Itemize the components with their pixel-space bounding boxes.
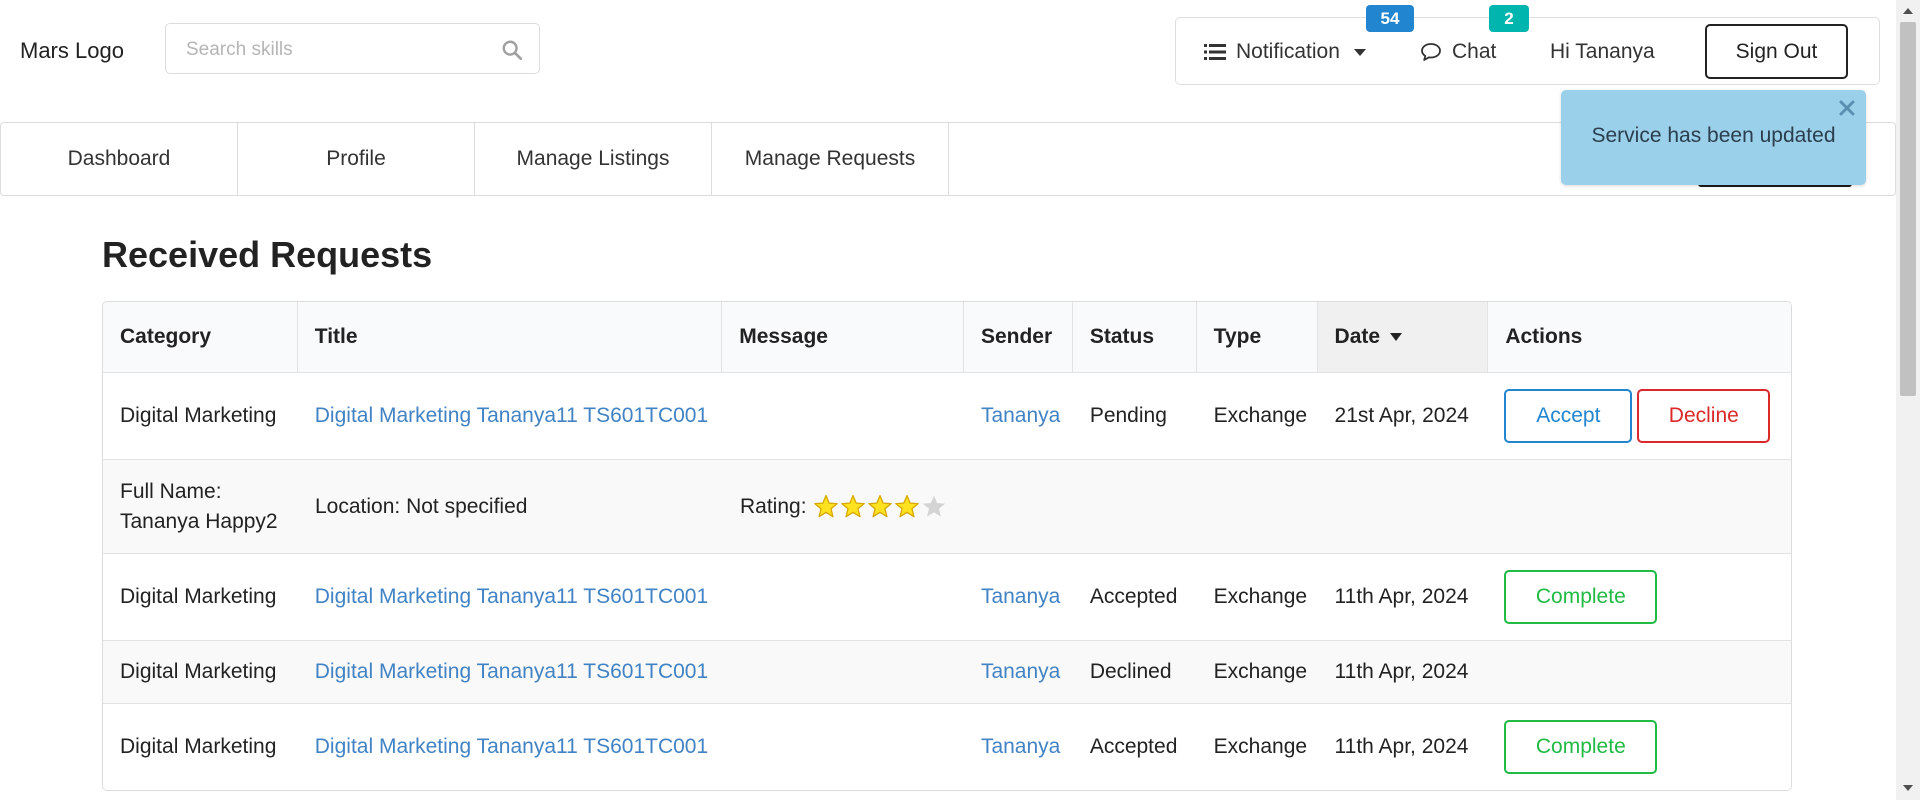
cell-category: Digital Marketing xyxy=(120,735,277,758)
cell-title-link[interactable]: Digital Marketing Tananya11 TS601TC001 xyxy=(298,554,722,640)
star-empty-icon xyxy=(922,495,945,517)
cell-date: 11th Apr, 2024 xyxy=(1334,660,1469,683)
scrollbar-thumb[interactable] xyxy=(1900,22,1916,396)
tab-manage-requests[interactable]: Manage Requests xyxy=(712,123,949,195)
table-row: Digital Marketing Digital Marketing Tana… xyxy=(103,703,1791,790)
search-input[interactable] xyxy=(186,38,486,62)
star-filled-icon xyxy=(840,494,865,517)
scroll-up-arrow-icon[interactable] xyxy=(1903,8,1913,14)
page-title: Received Requests xyxy=(102,234,433,275)
cell-status: Accepted xyxy=(1089,585,1178,608)
cell-actions: Complete xyxy=(1488,704,1791,790)
column-header-type[interactable]: Type xyxy=(1197,302,1318,372)
detail-rating: Rating: xyxy=(723,460,1223,553)
cell-category: Digital Marketing xyxy=(120,404,277,427)
cell-status: Pending xyxy=(1089,404,1167,427)
chat-count-badge: 2 xyxy=(1489,5,1529,32)
cell-title-link[interactable]: Digital Marketing Tananya11 TS601TC001 xyxy=(298,704,722,790)
full-name-label: Full Name: xyxy=(120,479,222,503)
cell-type: Exchange xyxy=(1213,660,1308,683)
star-filled-icon xyxy=(867,494,892,517)
notification-label: Notification xyxy=(1236,40,1340,63)
cell-status: Accepted xyxy=(1089,735,1178,758)
accept-button[interactable]: Accept xyxy=(1504,389,1633,443)
cell-message xyxy=(722,641,964,703)
cell-status: Declined xyxy=(1089,660,1172,683)
table-row: Digital Marketing Digital Marketing Tana… xyxy=(103,372,1791,459)
cell-title-link[interactable]: Digital Marketing Tananya11 TS601TC001 xyxy=(298,641,722,703)
list-icon xyxy=(1204,44,1226,60)
detail-full-name: Full Name: Tananya Happy2 xyxy=(103,460,298,553)
cell-message xyxy=(722,704,964,790)
star-filled-icon xyxy=(813,494,838,517)
column-header-date-label: Date xyxy=(1334,325,1381,348)
top-menu: Notification 54 Chat 2 Hi Tananya Sign O… xyxy=(1175,5,1880,86)
cell-sender-link[interactable]: Tananya xyxy=(964,641,1073,703)
cell-sender-link[interactable]: Tananya xyxy=(964,373,1073,459)
cell-sender-link[interactable]: Tananya xyxy=(964,554,1073,640)
cell-message xyxy=(722,373,964,459)
cell-actions: Accept Decline xyxy=(1488,373,1791,459)
cell-date: 21st Apr, 2024 xyxy=(1334,404,1469,427)
rating-stars xyxy=(813,494,948,520)
column-header-title[interactable]: Title xyxy=(298,302,723,372)
column-header-sender[interactable]: Sender xyxy=(964,302,1073,372)
column-header-category[interactable]: Category xyxy=(103,302,298,372)
column-header-actions: Actions xyxy=(1505,325,1583,348)
complete-button[interactable]: Complete xyxy=(1504,570,1658,624)
chevron-down-icon xyxy=(1353,48,1366,56)
star-filled-icon xyxy=(894,494,919,517)
toast-notification: Service has been updated xyxy=(1561,90,1866,185)
detail-location: Location: Not specified xyxy=(315,494,528,518)
table-header-row: Category Title Message Sender Status Typ… xyxy=(103,302,1791,372)
sort-down-icon xyxy=(1390,333,1403,341)
tab-profile[interactable]: Profile xyxy=(238,123,475,195)
tab-dashboard[interactable]: Dashboard xyxy=(1,123,238,195)
close-icon[interactable] xyxy=(1839,100,1855,116)
column-header-status[interactable]: Status xyxy=(1073,302,1197,372)
sign-out-button[interactable]: Sign Out xyxy=(1705,24,1848,79)
cell-message xyxy=(722,554,964,640)
search-box xyxy=(165,23,540,74)
chat-label: Chat xyxy=(1452,40,1497,63)
decline-button[interactable]: Decline xyxy=(1637,389,1771,443)
cell-type: Exchange xyxy=(1213,404,1308,427)
cell-title-link[interactable]: Digital Marketing Tananya11 TS601TC001 xyxy=(298,373,722,459)
full-name-value: Tananya Happy2 xyxy=(120,509,278,533)
scroll-down-arrow-icon[interactable] xyxy=(1903,785,1913,791)
cell-date: 11th Apr, 2024 xyxy=(1334,585,1469,608)
search-icon[interactable] xyxy=(501,39,523,61)
cell-sender-link[interactable]: Tananya xyxy=(964,704,1073,790)
chat-bubble-icon xyxy=(1421,43,1441,61)
notification-dropdown[interactable]: Notification xyxy=(1204,18,1366,86)
mars-logo[interactable]: Mars Logo xyxy=(20,38,124,64)
cell-category: Digital Marketing xyxy=(120,585,277,608)
notification-count-badge: 54 xyxy=(1366,5,1414,32)
request-detail-row: Full Name: Tananya Happy2 Location: Not … xyxy=(103,459,1791,553)
column-header-message[interactable]: Message xyxy=(722,302,964,372)
cell-type: Exchange xyxy=(1213,585,1308,608)
rating-label: Rating: xyxy=(740,494,807,518)
received-requests-table: Category Title Message Sender Status Typ… xyxy=(102,301,1792,791)
cell-actions xyxy=(1488,641,1791,703)
column-header-date[interactable]: Date xyxy=(1317,302,1489,372)
cell-type: Exchange xyxy=(1213,735,1308,758)
toast-message: Service has been updated xyxy=(1591,124,1836,147)
complete-button[interactable]: Complete xyxy=(1504,720,1658,774)
cell-category: Digital Marketing xyxy=(120,660,277,683)
page-scrollbar[interactable] xyxy=(1896,0,1920,800)
table-row: Digital Marketing Digital Marketing Tana… xyxy=(103,640,1791,703)
cell-actions: Complete xyxy=(1488,554,1791,640)
cell-date: 11th Apr, 2024 xyxy=(1334,735,1469,758)
user-greeting: Hi Tananya xyxy=(1550,40,1655,63)
tab-manage-listings[interactable]: Manage Listings xyxy=(475,123,712,195)
table-row: Digital Marketing Digital Marketing Tana… xyxy=(103,553,1791,640)
chat-link[interactable]: Chat xyxy=(1420,18,1496,86)
